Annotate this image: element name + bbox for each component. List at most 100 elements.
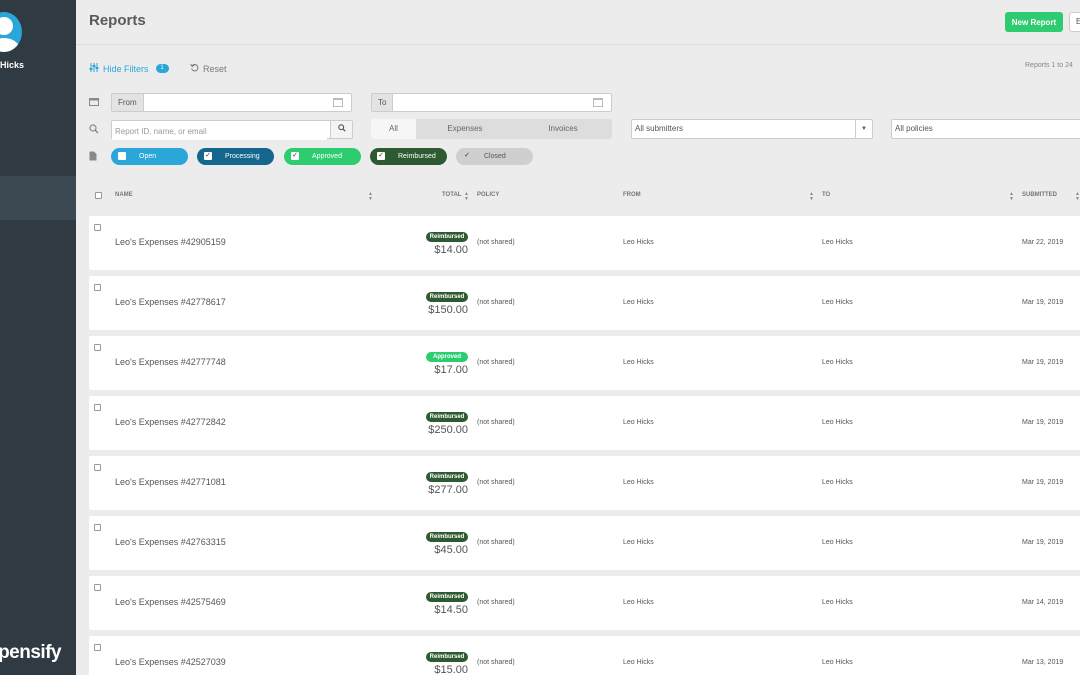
checkbox-checked[interactable]: ✓ xyxy=(377,152,385,160)
status-label: Approved xyxy=(312,153,342,160)
reset-button[interactable]: Reset xyxy=(190,63,227,74)
row-checkbox[interactable] xyxy=(94,644,101,651)
report-to: Leo Hicks xyxy=(822,659,853,666)
sort-icon[interactable]: ▲ ▼ xyxy=(368,192,373,202)
report-total: $277.00 xyxy=(428,484,468,496)
user-avatar-icon[interactable] xyxy=(0,12,22,52)
select-all-checkbox[interactable] xyxy=(95,192,102,199)
report-to: Leo Hicks xyxy=(822,539,853,546)
status-badge: Reimbursed xyxy=(426,412,468,422)
sort-icon[interactable]: ▲ ▼ xyxy=(809,192,814,202)
checkbox[interactable] xyxy=(118,152,126,160)
table-row[interactable]: Leo's Expenses #42772842 Reimbursed $250… xyxy=(89,396,1080,450)
calendar-icon xyxy=(89,97,99,107)
report-to: Leo Hicks xyxy=(822,299,853,306)
status-filter-closed[interactable]: ✓ Closed xyxy=(456,148,533,165)
row-checkbox[interactable] xyxy=(94,344,101,351)
calendar-icon[interactable] xyxy=(333,98,343,107)
checkbox-checked[interactable]: ✓ xyxy=(463,152,471,160)
submitters-value: All submitters xyxy=(635,124,684,133)
status-label: Open xyxy=(139,153,157,160)
row-checkbox[interactable] xyxy=(94,584,101,591)
report-total: $15.00 xyxy=(434,664,468,675)
table-row[interactable]: Leo's Expenses #42778617 Reimbursed $150… xyxy=(89,276,1080,330)
report-total: $150.00 xyxy=(428,304,468,316)
undo-icon xyxy=(190,63,199,74)
document-icon xyxy=(89,151,99,161)
report-name[interactable]: Leo's Expenses #42772842 xyxy=(115,417,226,427)
table-row[interactable]: Leo's Expenses #42771081 Reimbursed $277… xyxy=(89,456,1080,510)
report-submitted-date: Mar 13, 2019 xyxy=(1022,659,1064,666)
report-from: Leo Hicks xyxy=(623,239,654,246)
report-submitted-date: Mar 22, 2019 xyxy=(1022,239,1064,246)
search-button[interactable] xyxy=(330,121,352,138)
report-name[interactable]: Leo's Expenses #42771081 xyxy=(115,477,226,487)
status-badge: Reimbursed xyxy=(426,592,468,602)
submitters-select[interactable]: All submitters ▼ xyxy=(631,119,873,139)
to-date-field[interactable]: To xyxy=(371,93,612,112)
from-label: From xyxy=(112,94,144,111)
sidebar-nav-item-reports-active[interactable] xyxy=(0,176,76,220)
sort-icon[interactable]: ▲ ▼ xyxy=(464,192,469,202)
tab-expenses[interactable]: Expenses xyxy=(416,119,514,139)
report-policy: (not shared) xyxy=(477,359,515,366)
status-badge: Reimbursed xyxy=(426,232,468,242)
status-filter-reimbursed[interactable]: ✓ Reimbursed xyxy=(370,148,447,165)
report-name[interactable]: Leo's Expenses #42905159 xyxy=(115,237,226,247)
sort-icon[interactable]: ▲ ▼ xyxy=(1075,192,1080,202)
table-row[interactable]: Leo's Expenses #42777748 Approved $17.00… xyxy=(89,336,1080,390)
calendar-icon[interactable] xyxy=(593,98,603,107)
tab-invoices[interactable]: Invoices xyxy=(514,119,612,139)
report-from: Leo Hicks xyxy=(623,299,654,306)
column-header-policy[interactable]: POLICY xyxy=(477,192,499,198)
to-label: To xyxy=(372,94,394,111)
user-name[interactable]: Hicks xyxy=(0,60,24,70)
column-header-total[interactable]: TOTAL xyxy=(442,192,461,198)
table-row[interactable]: Leo's Expenses #42905159 Reimbursed $14.… xyxy=(89,216,1080,270)
sort-icon[interactable]: ▲ ▼ xyxy=(1009,192,1014,202)
report-name[interactable]: Leo's Expenses #42575469 xyxy=(115,597,226,607)
column-header-from[interactable]: FROM xyxy=(623,192,641,198)
status-label: Reimbursed xyxy=(398,153,436,160)
report-name[interactable]: Leo's Expenses #42527039 xyxy=(115,657,226,667)
search-input[interactable] xyxy=(112,123,327,140)
report-type-segmented-control: All Expenses Invoices xyxy=(371,119,612,139)
report-total: $250.00 xyxy=(428,424,468,436)
tab-all[interactable]: All xyxy=(371,119,416,139)
from-date-field[interactable]: From xyxy=(111,93,352,112)
checkbox-checked[interactable]: ✓ xyxy=(291,152,299,160)
status-filter-processing[interactable]: ✓ Processing xyxy=(197,148,274,165)
export-button[interactable]: E xyxy=(1069,12,1080,32)
report-submitted-date: Mar 19, 2019 xyxy=(1022,359,1064,366)
report-submitted-date: Mar 19, 2019 xyxy=(1022,299,1064,306)
report-name[interactable]: Leo's Expenses #42777748 xyxy=(115,357,226,367)
row-checkbox[interactable] xyxy=(94,464,101,471)
row-checkbox[interactable] xyxy=(94,524,101,531)
results-count: Reports 1 to 24 xyxy=(1025,62,1073,69)
policies-select[interactable]: All policies xyxy=(891,119,1080,139)
expensify-logo: xpensify xyxy=(0,642,62,663)
hide-filters-toggle[interactable]: Hide Filters 1 xyxy=(89,63,169,74)
search-field[interactable] xyxy=(111,120,353,140)
reset-label: Reset xyxy=(203,63,227,74)
report-from: Leo Hicks xyxy=(623,599,654,606)
row-checkbox[interactable] xyxy=(94,284,101,291)
checkbox-checked[interactable]: ✓ xyxy=(204,152,212,160)
table-row[interactable]: Leo's Expenses #42763315 Reimbursed $45.… xyxy=(89,516,1080,570)
column-header-to[interactable]: TO xyxy=(822,192,830,198)
column-header-name[interactable]: NAME xyxy=(115,192,133,198)
table-row[interactable]: Leo's Expenses #42575469 Reimbursed $14.… xyxy=(89,576,1080,630)
table-row[interactable]: Leo's Expenses #42527039 Reimbursed $15.… xyxy=(89,636,1080,675)
page-title: Reports xyxy=(89,12,146,29)
report-policy: (not shared) xyxy=(477,239,515,246)
report-name[interactable]: Leo's Expenses #42778617 xyxy=(115,297,226,307)
report-policy: (not shared) xyxy=(477,599,515,606)
status-filter-open[interactable]: Open xyxy=(111,148,188,165)
column-header-submitted[interactable]: SUBMITTED xyxy=(1022,192,1057,198)
status-filter-approved[interactable]: ✓ Approved xyxy=(284,148,361,165)
row-checkbox[interactable] xyxy=(94,404,101,411)
report-name[interactable]: Leo's Expenses #42763315 xyxy=(115,537,226,547)
new-report-button[interactable]: New Report xyxy=(1005,12,1063,32)
row-checkbox[interactable] xyxy=(94,224,101,231)
report-submitted-date: Mar 19, 2019 xyxy=(1022,539,1064,546)
